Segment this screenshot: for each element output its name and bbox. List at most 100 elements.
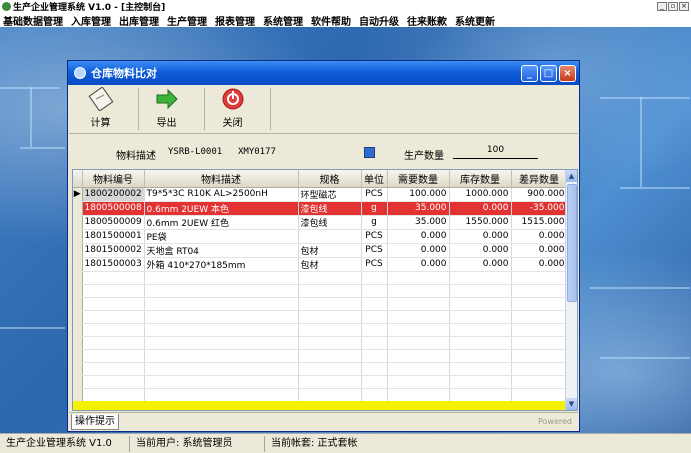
table-cell[interactable]: 外箱 410*270*185mm <box>144 257 299 272</box>
scroll-up-icon[interactable]: ▲ <box>566 170 577 182</box>
table-cell[interactable]: 1800500009 <box>82 215 145 230</box>
table-cell[interactable]: 900.000 <box>511 187 568 202</box>
dialog-title-bar[interactable]: 仓库物料比对 _ □ × <box>68 61 579 85</box>
calc-button[interactable]: 计算 <box>73 86 128 132</box>
dialog-close-button[interactable]: × <box>559 65 576 82</box>
table-cell[interactable]: 1550.000 <box>449 215 512 230</box>
table-cell[interactable]: 包材 <box>298 257 362 272</box>
material-code[interactable]: YSRB-L0001 <box>168 147 222 157</box>
table-row[interactable]: 1801500001 PE袋 PCS 0.000 0.000 0.000 <box>73 229 568 244</box>
material-picker-button[interactable] <box>364 147 375 158</box>
table-cell[interactable]: g <box>361 201 388 216</box>
dialog-app-icon <box>74 67 86 79</box>
table-cell[interactable]: PCS <box>361 243 388 258</box>
material-compare-dialog: 仓库物料比对 _ □ × 计算 导出 关闭 物料描述 YSRB-L0001 XM… <box>67 60 580 432</box>
table-cell[interactable]: 35.000 <box>387 215 450 230</box>
col-header[interactable]: 单位 <box>361 170 388 188</box>
table-cell[interactable]: 0.000 <box>387 243 450 258</box>
table-cell[interactable]: 1000.000 <box>449 187 512 202</box>
material-name[interactable]: XMY0177 <box>238 147 276 157</box>
table-cell[interactable]: 0.000 <box>511 229 568 244</box>
table-cell[interactable]: 0.000 <box>511 257 568 272</box>
table-cell[interactable]: T9*5*3C R10K AL>2500nH <box>144 187 299 202</box>
table-row[interactable]: 1801500002 天地盒 RT04 包材 PCS 0.000 0.000 0.000 <box>73 243 568 258</box>
table-cell[interactable]: PCS <box>361 229 388 244</box>
table-row[interactable]: 1801500003 外箱 410*270*185mm 包材 PCS 0.000 0.00… <box>73 257 568 272</box>
status-account: 当前帐套: 正式套帐 <box>271 437 358 449</box>
table-cell[interactable]: 漆包线 <box>298 201 362 216</box>
table-cell[interactable]: 0.000 <box>449 229 512 244</box>
table-cell[interactable]: 100.000 <box>387 187 450 202</box>
empty-row <box>73 336 568 350</box>
table-row[interactable]: ▶ 1800200002 T9*5*3C R10K AL>2500nH 环型磁芯 PCS… <box>73 187 568 202</box>
table-cell[interactable]: g <box>361 215 388 230</box>
menu-item[interactable]: 出库管理 <box>119 13 159 28</box>
table-row[interactable]: 1800500009 0.6mm 2UEW 红色 漆包线 g 35.000 1550.00… <box>73 215 568 230</box>
dialog-maximize-button[interactable]: □ <box>540 65 557 82</box>
calc-label: 计算 <box>90 118 111 129</box>
row-indicator <box>73 201 83 216</box>
table-cell[interactable]: 35.000 <box>387 201 450 216</box>
empty-row <box>73 310 568 324</box>
powered-text: Powered <box>537 417 572 426</box>
table-cell[interactable]: 漆包线 <box>298 215 362 230</box>
table-cell[interactable]: PCS <box>361 257 388 272</box>
table-cell[interactable]: 1515.000 <box>511 215 568 230</box>
table-cell[interactable]: PE袋 <box>144 229 299 244</box>
table-cell[interactable]: 1800500008 <box>82 201 145 216</box>
table-row[interactable]: 1800500008 0.6mm 2UEW 本色 漆包线 g 35.000 0.000 -3… <box>73 201 568 216</box>
table-cell[interactable]: 1801500001 <box>82 229 145 244</box>
table-cell[interactable]: 0.000 <box>511 243 568 258</box>
hint-tab[interactable]: 操作提示 <box>71 414 119 430</box>
col-header[interactable]: 规格 <box>298 170 362 188</box>
table-cell[interactable]: 天地盒 RT04 <box>144 243 299 258</box>
table-cell[interactable]: 0.000 <box>449 257 512 272</box>
table-cell[interactable] <box>298 229 362 244</box>
qty-input[interactable]: 100 <box>453 145 538 159</box>
table-cell[interactable]: 1801500003 <box>82 257 145 272</box>
close-button[interactable]: 关闭 <box>205 86 260 132</box>
export-label: 导出 <box>156 118 177 129</box>
material-table: 物料编号 物料描述 规格 单位 需要数量 库存数量 差异数量 ▶ 18002000… <box>73 170 568 402</box>
table-cell[interactable]: 环型磁芯 <box>298 187 362 202</box>
table-cell[interactable]: 1801500002 <box>82 243 145 258</box>
empty-row <box>73 297 568 311</box>
status-bar: 生产企业管理系统 V1.0 当前用户: 系统管理员 当前帐套: 正式套帐 <box>0 433 691 453</box>
dialog-minimize-button[interactable]: _ <box>521 65 538 82</box>
menu-item[interactable]: 系统管理 <box>263 13 303 28</box>
app-window-controls: _ ▫ × <box>657 2 689 11</box>
menu-item[interactable]: 基础数据管理 <box>3 13 63 28</box>
menu-item[interactable]: 入库管理 <box>71 13 111 28</box>
col-header[interactable]: 差异数量 <box>511 170 568 188</box>
menu-item[interactable]: 往来账款 <box>407 13 447 28</box>
table-cell[interactable]: 0.6mm 2UEW 本色 <box>144 201 299 216</box>
scroll-thumb[interactable] <box>567 184 577 302</box>
table-cell[interactable]: 包材 <box>298 243 362 258</box>
col-header[interactable]: 库存数量 <box>449 170 512 188</box>
menu-item[interactable]: 报表管理 <box>215 13 255 28</box>
empty-row <box>73 271 568 285</box>
scroll-down-icon[interactable]: ▼ <box>566 398 577 410</box>
table-cell[interactable]: 0.000 <box>387 229 450 244</box>
table-cell[interactable]: PCS <box>361 187 388 202</box>
menu-item[interactable]: 软件帮助 <box>311 13 351 28</box>
table-cell[interactable]: -35.000 <box>511 201 568 216</box>
vertical-scrollbar[interactable]: ▲ ▼ <box>565 170 577 410</box>
close-icon[interactable]: × <box>679 2 689 11</box>
export-button[interactable]: 导出 <box>139 86 194 132</box>
menu-item[interactable]: 生产管理 <box>167 13 207 28</box>
table-cell[interactable]: 0.6mm 2UEW 红色 <box>144 215 299 230</box>
col-header[interactable]: 物料编号 <box>82 170 145 188</box>
table-cell[interactable]: 0.000 <box>449 201 512 216</box>
status-user: 当前用户: 系统管理员 <box>130 435 265 452</box>
table-cell[interactable]: 0.000 <box>387 257 450 272</box>
menu-item[interactable]: 自动升级 <box>359 13 399 28</box>
col-header[interactable]: 需要数量 <box>387 170 450 188</box>
table-cell[interactable]: 0.000 <box>449 243 512 258</box>
menu-item[interactable]: 系统更新 <box>455 13 495 28</box>
col-header[interactable]: 物料描述 <box>144 170 299 188</box>
restore-icon[interactable]: ▫ <box>668 2 678 11</box>
table-cell[interactable]: 1800200002 <box>82 187 145 202</box>
menu-bar: 基础数据管理 入库管理 出库管理 生产管理 报表管理 系统管理 软件帮助 自动升级 往来账款 系统… <box>0 13 691 28</box>
minimize-icon[interactable]: _ <box>657 2 667 11</box>
